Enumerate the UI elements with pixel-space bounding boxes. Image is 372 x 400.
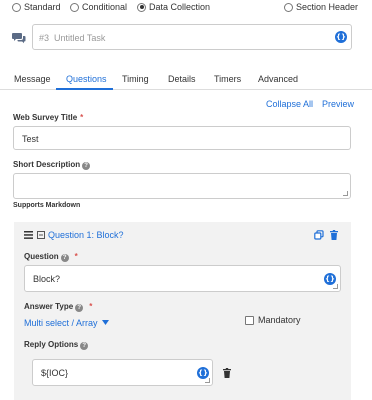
short-description-label: Short Description? bbox=[13, 160, 91, 170]
answer-type-value: Multi select / Array bbox=[24, 318, 98, 328]
tab-timers[interactable]: Timers bbox=[214, 74, 241, 84]
answer-type-label-text: Answer Type bbox=[24, 302, 74, 311]
radio-section-header-label: Section Header bbox=[296, 2, 359, 12]
tab-details[interactable]: Details bbox=[168, 74, 196, 84]
survey-title-input[interactable]: Test bbox=[13, 126, 351, 150]
active-tab-indicator bbox=[56, 88, 113, 90]
radio-section-header[interactable]: Section Header bbox=[284, 2, 358, 12]
tab-timing[interactable]: Timing bbox=[122, 74, 149, 84]
short-description-label-text: Short Description bbox=[13, 160, 81, 169]
question-value: Block? bbox=[33, 274, 61, 284]
help-icon[interactable]: ? bbox=[60, 254, 69, 262]
task-name-field[interactable]: #3 Untitled Task {} bbox=[32, 24, 352, 50]
help-icon[interactable]: ? bbox=[75, 304, 84, 312]
reply-options-label-text: Reply Options bbox=[24, 340, 79, 349]
tab-bar: Message Questions Timing Details Timers … bbox=[0, 68, 372, 90]
question-label-text: Question bbox=[24, 252, 59, 261]
mandatory-label: Mandatory bbox=[258, 315, 301, 325]
required-marker: * bbox=[74, 252, 78, 261]
tab-message[interactable]: Message bbox=[14, 74, 51, 84]
variable-insert-icon[interactable]: {} bbox=[335, 31, 347, 43]
radio-standard-label: Standard bbox=[24, 2, 61, 12]
collapse-icon[interactable] bbox=[37, 231, 45, 239]
survey-title-value: Test bbox=[22, 134, 39, 144]
task-number: #3 bbox=[39, 33, 50, 43]
answer-type-dropdown[interactable]: Multi select / Array bbox=[24, 318, 109, 328]
question-input[interactable]: Block? {} bbox=[24, 265, 341, 292]
reply-option-input[interactable]: ${IOC} {} bbox=[32, 359, 213, 386]
radio-conditional[interactable]: Conditional bbox=[70, 2, 127, 12]
question-label: Question? * bbox=[24, 252, 78, 262]
task-name-placeholder: Untitled Task bbox=[54, 33, 106, 43]
answer-type-label: Answer Type? * bbox=[24, 302, 92, 312]
radio-standard-indicator[interactable] bbox=[12, 2, 21, 12]
drag-handle-icon[interactable] bbox=[24, 231, 33, 239]
short-description-textarea[interactable] bbox=[13, 173, 351, 199]
help-icon[interactable]: ? bbox=[80, 342, 89, 350]
copy-icon[interactable] bbox=[314, 230, 324, 240]
task-type-radio-group: Standard Conditional Data Collection Sec… bbox=[0, 0, 372, 16]
mandatory-checkbox[interactable] bbox=[245, 315, 254, 325]
radio-data-collection[interactable]: Data Collection bbox=[137, 2, 210, 12]
comments-icon[interactable] bbox=[12, 32, 26, 44]
survey-title-label: Web Survey Title * bbox=[13, 113, 83, 122]
radio-data-collection-indicator[interactable] bbox=[137, 2, 146, 12]
reply-options-label: Reply Options? bbox=[24, 340, 89, 350]
question-card: Question 1: Block? Question? * Block? {} … bbox=[14, 222, 351, 400]
required-marker: * bbox=[80, 113, 84, 122]
mandatory-checkbox-row[interactable]: Mandatory bbox=[245, 315, 301, 325]
help-icon[interactable]: ? bbox=[82, 162, 91, 170]
reply-option-value: ${IOC} bbox=[41, 368, 69, 378]
radio-conditional-label: Conditional bbox=[82, 2, 128, 12]
radio-data-collection-label: Data Collection bbox=[149, 2, 211, 12]
survey-title-label-text: Web Survey Title bbox=[13, 113, 78, 122]
resize-handle-icon[interactable] bbox=[333, 284, 338, 289]
delete-question-icon[interactable] bbox=[330, 230, 338, 240]
preview-link[interactable]: Preview bbox=[322, 99, 354, 109]
required-marker: * bbox=[89, 302, 93, 311]
markdown-hint: Supports Markdown bbox=[13, 202, 81, 209]
resize-handle-icon[interactable] bbox=[343, 191, 348, 196]
collapse-all-link[interactable]: Collapse All bbox=[266, 99, 313, 109]
resize-handle-icon[interactable] bbox=[205, 378, 210, 383]
caret-down-icon[interactable] bbox=[101, 320, 109, 325]
radio-standard[interactable]: Standard bbox=[12, 2, 61, 12]
delete-option-icon[interactable] bbox=[223, 368, 231, 378]
question-header[interactable]: Question 1: Block? bbox=[48, 230, 124, 240]
tab-questions[interactable]: Questions bbox=[66, 74, 107, 84]
radio-section-header-indicator[interactable] bbox=[284, 2, 293, 12]
tab-advanced[interactable]: Advanced bbox=[258, 74, 298, 84]
radio-conditional-indicator[interactable] bbox=[70, 2, 79, 12]
